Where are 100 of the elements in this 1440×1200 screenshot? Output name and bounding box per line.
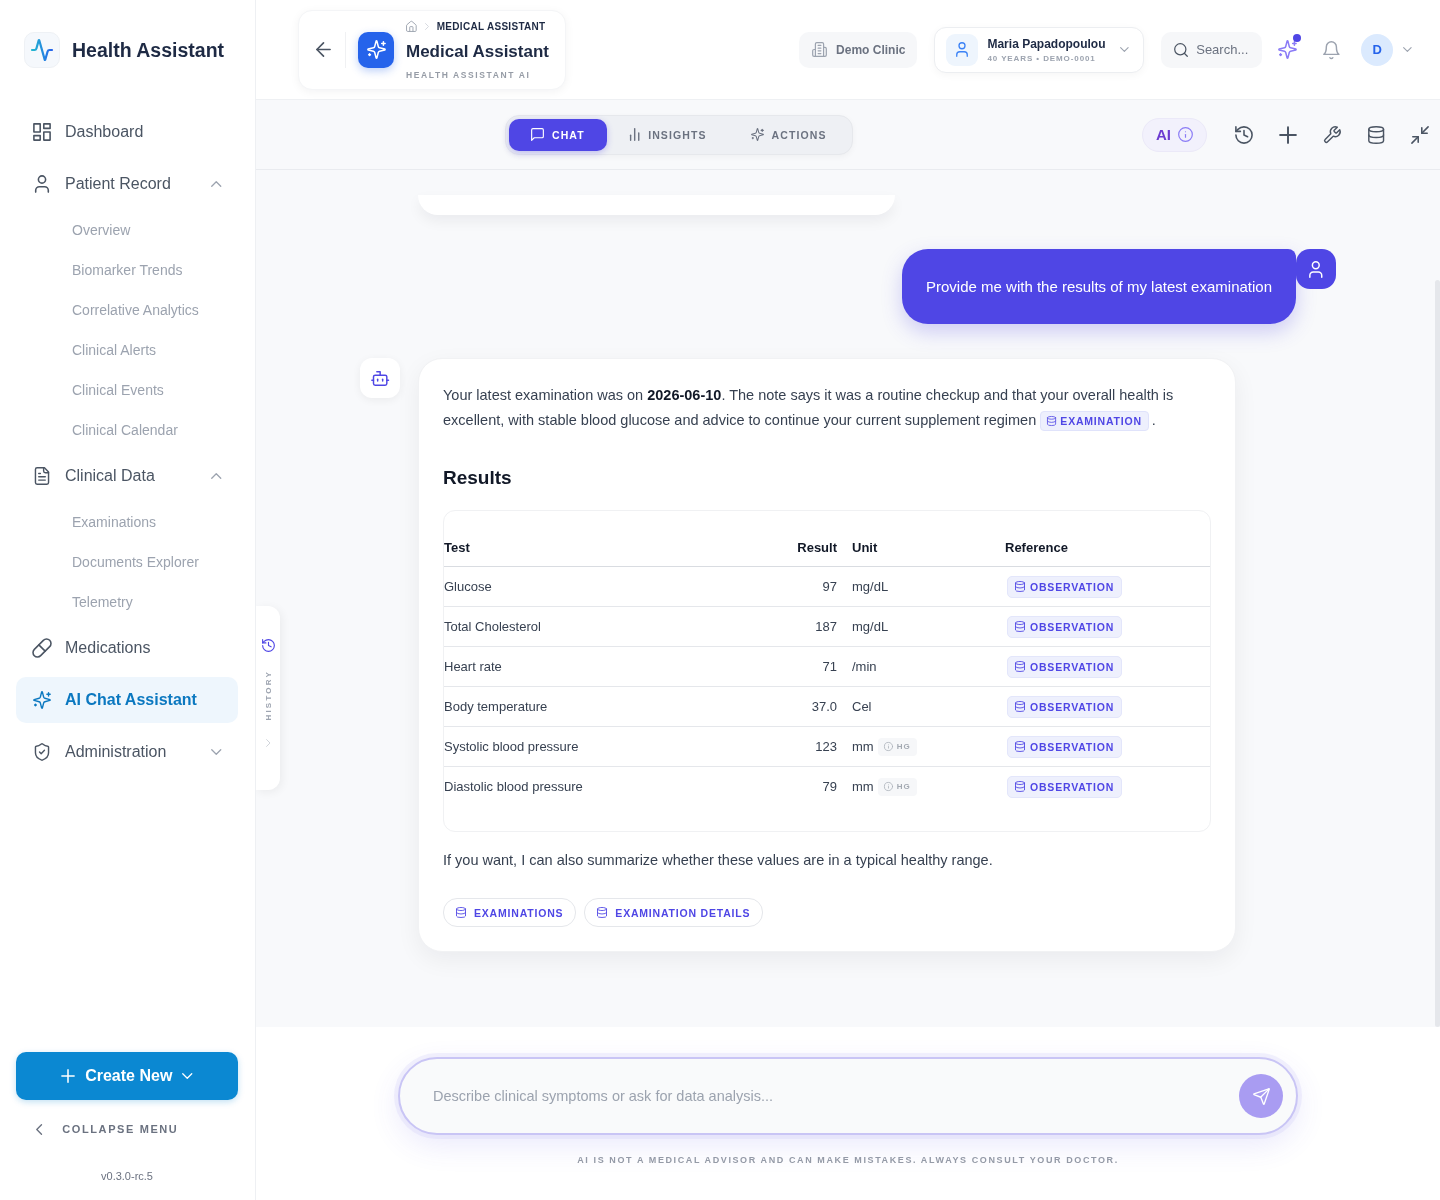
- source-link-button[interactable]: EXAMINATIONS: [443, 898, 577, 927]
- person-icon: [946, 33, 979, 66]
- table-cell: Heart rate: [444, 659, 502, 674]
- table-cell: mm: [852, 779, 874, 794]
- search-icon: [1174, 42, 1189, 57]
- observation-link[interactable]: OBSERVATION: [1007, 695, 1123, 718]
- nav-item[interactable]: Administration: [16, 729, 238, 775]
- chevron-up-icon[interactable]: [210, 473, 221, 479]
- table-cell: mg/dL: [852, 579, 889, 594]
- nav-subitem[interactable]: Clinical Events: [16, 370, 238, 410]
- database-icon: [456, 907, 466, 918]
- observation-link[interactable]: OBSERVATION: [1007, 575, 1123, 598]
- page-title: Medical Assistant: [406, 41, 549, 63]
- chevron-left-icon: [36, 1123, 43, 1135]
- nav-subitem[interactable]: Telemetry: [16, 582, 238, 622]
- building-icon: [812, 42, 828, 57]
- person-icon: [33, 175, 51, 193]
- history-icon: [261, 639, 275, 652]
- nav-subitem[interactable]: Overview: [16, 210, 238, 250]
- robot-avatar-icon: [360, 358, 400, 398]
- column-header: Result: [797, 540, 837, 555]
- user-message: Provide me with the results of my latest examination: [902, 249, 1296, 324]
- tab[interactable]: CHAT: [509, 118, 607, 151]
- column-header: Test: [444, 540, 470, 555]
- table-cell: /min: [852, 659, 877, 674]
- chevron-down-icon[interactable]: [1403, 47, 1412, 52]
- create-new-button[interactable]: Create New: [16, 1052, 238, 1100]
- observation-link[interactable]: OBSERVATION: [1007, 655, 1123, 678]
- table-cell: Total Cholesterol: [444, 619, 541, 634]
- clinic-button[interactable]: Demo Clinic: [799, 31, 918, 68]
- bar-chart-icon: [628, 128, 641, 141]
- search-button[interactable]: Search...: [1161, 31, 1263, 68]
- nav-item[interactable]: Patient Record: [16, 161, 238, 207]
- database-icon: [1015, 581, 1025, 592]
- history-icon: [1235, 125, 1253, 144]
- observation-link[interactable]: OBSERVATION: [1007, 615, 1123, 638]
- patient-selector[interactable]: Maria Papadopoulou 40 YEARS • DEMO-0001: [934, 26, 1145, 73]
- send-icon: [1252, 1087, 1270, 1105]
- info-icon: [883, 782, 893, 791]
- user-avatar-icon: [1296, 249, 1336, 289]
- database-icon: [1015, 621, 1025, 632]
- table-cell: mg/dL: [852, 619, 889, 634]
- plus-icon: [61, 1069, 76, 1083]
- app-name: Health Assistant: [72, 38, 225, 62]
- shield-check-icon: [33, 743, 51, 761]
- nav-item[interactable]: Medications: [16, 625, 238, 671]
- table-cell: Diastolic blood pressure: [444, 779, 583, 794]
- patient-details: 40 YEARS • DEMO-0001: [987, 53, 1096, 63]
- sparkles-icon: [33, 691, 51, 709]
- document-icon: [33, 467, 51, 485]
- nav-subitem[interactable]: Documents Explorer: [16, 542, 238, 582]
- nav-subitem[interactable]: Clinical Alerts: [16, 330, 238, 370]
- account-avatar[interactable]: D: [1361, 33, 1394, 66]
- message-input[interactable]: Describe clinical symptoms or ask for data analysis...: [398, 1057, 1298, 1135]
- table-cell: mm: [852, 739, 874, 754]
- source-link-button[interactable]: EXAMINATION DETAILS: [584, 898, 764, 927]
- breadcrumb-item: MEDICAL ASSISTANT: [436, 20, 546, 32]
- message-text: If you want, I can also summarize whether these values are in a typical healthy range.: [443, 851, 994, 870]
- observation-link[interactable]: OBSERVATION: [1007, 735, 1123, 758]
- info-icon: [883, 742, 893, 751]
- observation-link[interactable]: OBSERVATION: [1007, 775, 1123, 798]
- chevron-down-icon[interactable]: [210, 749, 221, 755]
- sparkles-icon: [1277, 40, 1297, 59]
- table-cell: 37.0: [811, 699, 837, 714]
- chevron-down-icon: [182, 1073, 193, 1079]
- wrench-icon: [1323, 125, 1341, 144]
- tab[interactable]: INSIGHTS: [606, 118, 729, 151]
- column-header: Reference: [1005, 540, 1068, 555]
- chevron-up-icon[interactable]: [210, 181, 221, 187]
- database-icon: [597, 907, 608, 918]
- table-cell: 187: [815, 619, 837, 634]
- scrollbar-thumb[interactable]: [1435, 280, 1440, 1027]
- history-tab[interactable]: HISTORY: [256, 606, 280, 790]
- table-cell: 97: [822, 579, 837, 594]
- version-label: v0.3.0-rc.5: [101, 1170, 153, 1182]
- nav-subitem[interactable]: Clinical Calendar: [16, 410, 238, 450]
- unit-suffix: HG: [896, 742, 911, 751]
- sparkles-icon: [358, 31, 394, 68]
- nav-subitem[interactable]: Biomarker Trends: [16, 250, 238, 290]
- database-icon: [1015, 781, 1025, 792]
- sparkles-icon: [750, 128, 764, 141]
- tab[interactable]: ACTIONS: [728, 118, 849, 151]
- home-icon[interactable]: [406, 20, 417, 32]
- nav-subitem[interactable]: Correlative Analytics: [16, 290, 238, 330]
- nav-item[interactable]: AI Chat Assistant: [16, 677, 238, 723]
- table-cell: Cel: [852, 699, 872, 714]
- back-button[interactable]: [313, 39, 333, 60]
- nav-subitem[interactable]: Examinations: [16, 502, 238, 542]
- database-icon: [1047, 416, 1057, 427]
- nav-item[interactable]: Clinical Data: [16, 453, 238, 499]
- source-link[interactable]: EXAMINATION: [1040, 411, 1149, 432]
- message-text: Your latest examination was on 2026-06-10. The note says it was a routine checkup and that your overall health is excellent, with stable blood glucose and advice to continue your current supplement regimen EXAMINATION .: [443, 383, 1211, 433]
- database-icon: [1015, 741, 1025, 752]
- nav-item[interactable]: Dashboard: [16, 109, 238, 155]
- unit-suffix: HG: [896, 782, 911, 791]
- ai-info-button[interactable]: AI: [1142, 117, 1207, 152]
- chevron-right-icon: [265, 738, 271, 747]
- patient-name: Maria Papadopoulou: [987, 36, 1106, 51]
- chevron-down-icon: [1120, 47, 1130, 52]
- collapse-menu-button[interactable]: COLLAPSE MENU: [16, 1114, 179, 1144]
